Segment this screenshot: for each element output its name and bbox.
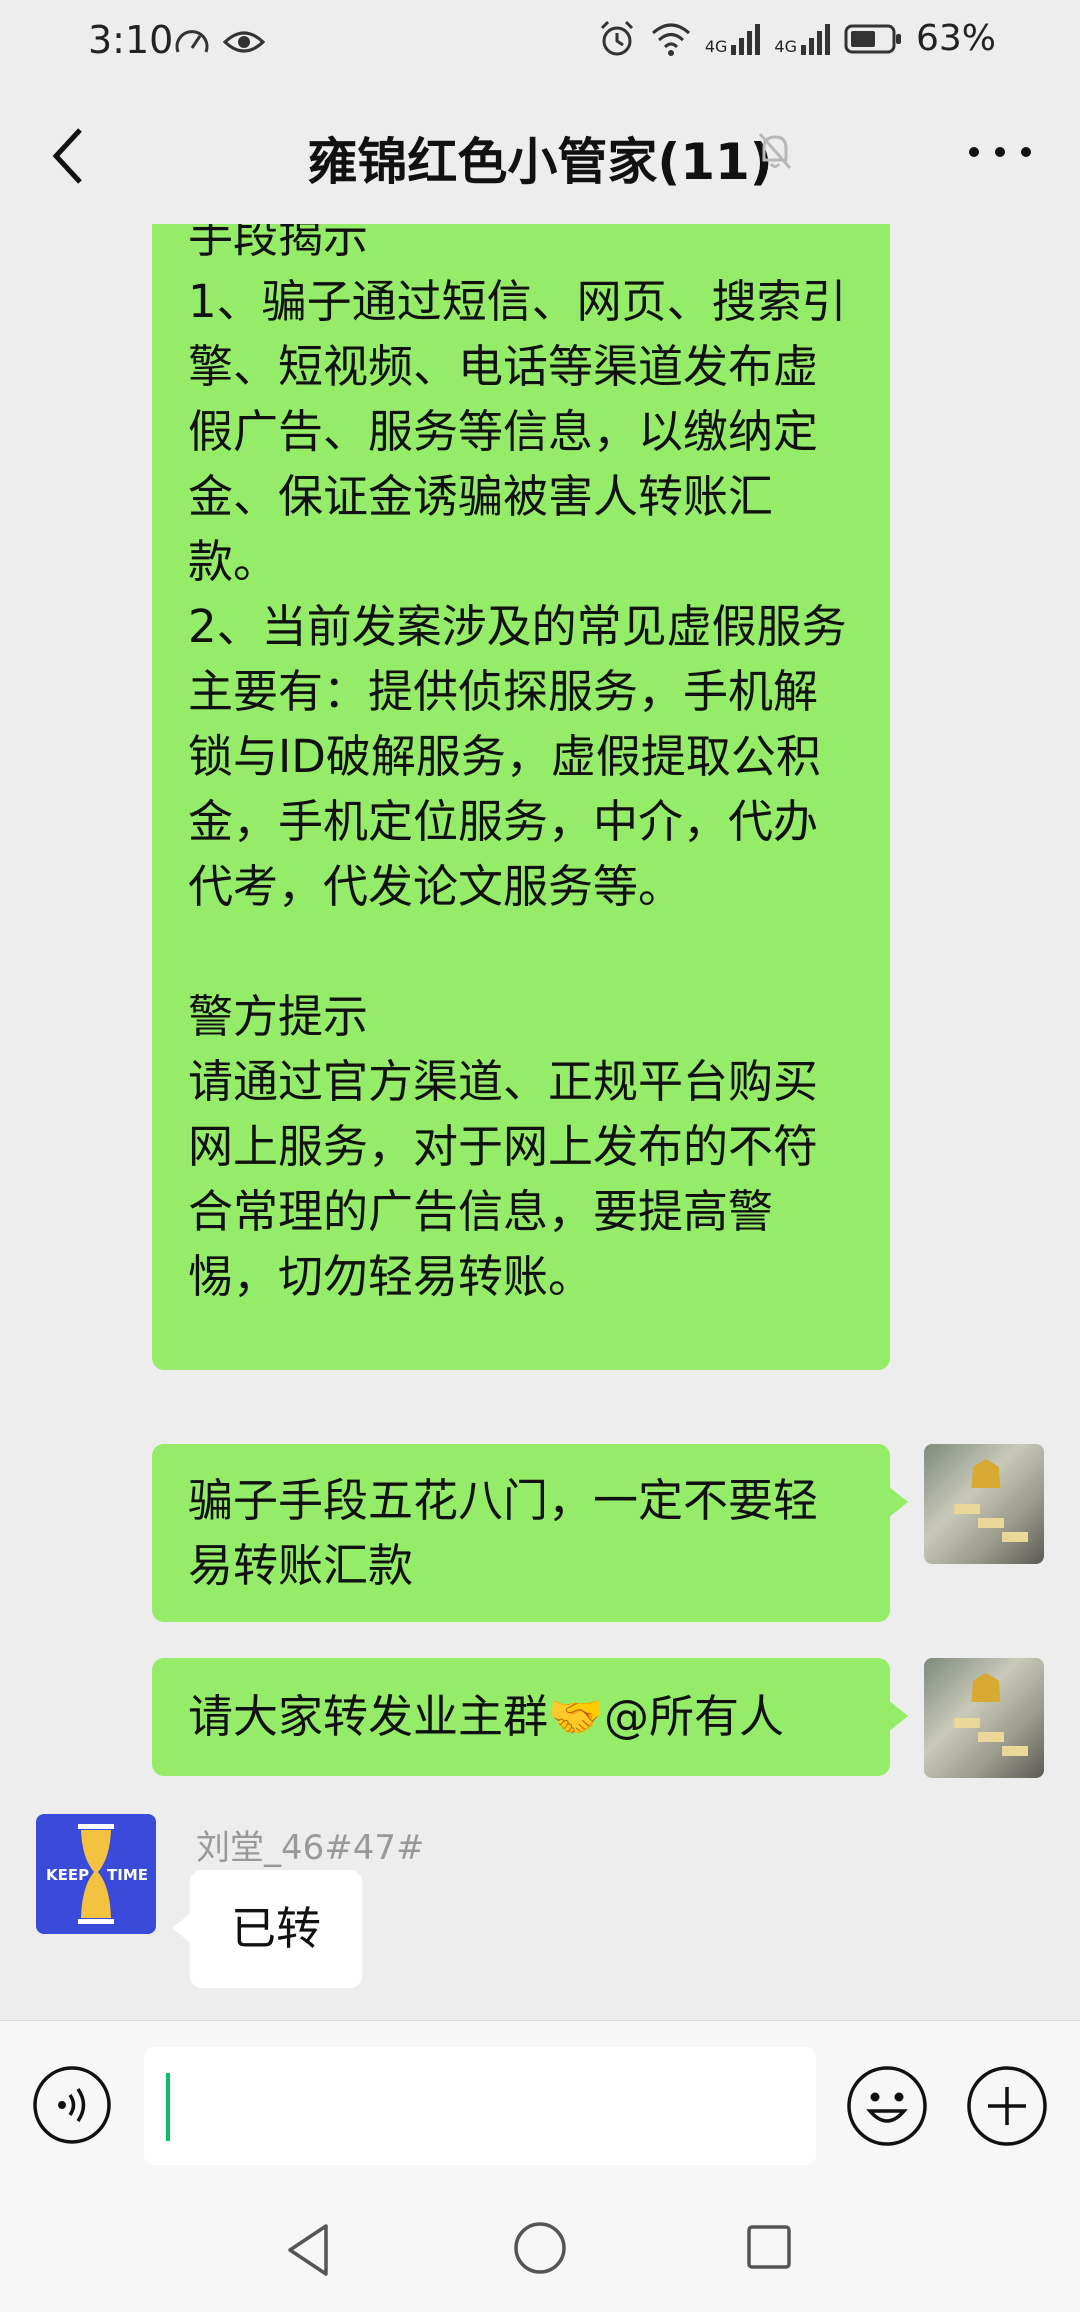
eye-icon: [222, 31, 266, 53]
signal-1: 4G: [705, 23, 761, 55]
avatar-art: [978, 1732, 1004, 1742]
signal-bars-icon: [731, 23, 761, 55]
avatar-art: [954, 1718, 980, 1728]
nav-back-icon: [288, 2224, 328, 2276]
bell-off-icon: [758, 133, 792, 169]
avatar-art: ☗: [968, 1666, 1004, 1712]
status-time: 3:10: [88, 18, 174, 62]
battery-icon: [844, 24, 901, 53]
chat-header: 雍锦红色小管家(11): [0, 84, 1080, 224]
text-caret: [166, 2073, 170, 2141]
status-right-icons: 4G 4G 63%: [597, 18, 996, 59]
wifi-icon: [651, 23, 690, 56]
avatar-art: ☗: [968, 1452, 1004, 1498]
more-button[interactable]: [960, 122, 1040, 182]
chat-screen: 3:10 4G 4G 63% 雍锦红色小管家(11) 手段揭示 1、骗子通过短信…: [0, 0, 1080, 2312]
message-bubble[interactable]: 已转: [172, 1870, 362, 1988]
speedometer-icon: [175, 30, 209, 53]
nav-home-icon: [514, 2222, 566, 2274]
avatar-label: KEEP: [46, 1866, 90, 1884]
battery-percent: 63%: [915, 18, 996, 59]
nav-back-button[interactable]: [282, 2220, 334, 2280]
avatar[interactable]: ☗: [924, 1444, 1044, 1564]
plus-button[interactable]: [966, 2065, 1048, 2147]
signal-bars-icon: [800, 23, 830, 55]
avatar-art: [954, 1504, 980, 1514]
plus-icon: [967, 2066, 1047, 2146]
voice-button[interactable]: [32, 2065, 112, 2145]
emoji-icon: [847, 2066, 927, 2146]
nav-recent-icon: [747, 2225, 791, 2269]
message-list[interactable]: 手段揭示 1、骗子通过短信、网页、搜索引擎、短视频、电话等渠道发布虚假广告、服务…: [0, 224, 1080, 2020]
message-bubble[interactable]: 骗子手段五花八门，一定不要轻易转账汇款: [152, 1444, 908, 1622]
status-left-icons: [172, 22, 266, 62]
sender-name: 刘堂_46#47#: [196, 1828, 425, 1868]
avatar-art: [978, 1518, 1004, 1528]
network-type-2: 4G: [774, 36, 797, 56]
avatar[interactable]: ☗: [924, 1658, 1044, 1778]
avatar[interactable]: KEEP TIME: [36, 1814, 156, 1934]
avatar-label: TIME: [107, 1866, 148, 1884]
message-bubble[interactable]: 手段揭示 1、骗子通过短信、网页、搜索引擎、短视频、电话等渠道发布虚假广告、服务…: [152, 224, 890, 1370]
alarm-icon: [600, 20, 633, 55]
system-nav-bar: [0, 2190, 1080, 2312]
more-dots-icon: [969, 147, 1031, 157]
message-input[interactable]: [144, 2047, 816, 2165]
voice-icon: [33, 2066, 111, 2144]
input-bar: [0, 2020, 1080, 2190]
network-type-1: 4G: [704, 36, 728, 56]
signal-2: 4G: [774, 23, 830, 55]
chat-title: 雍锦红色小管家(11): [307, 133, 773, 191]
emoji-button[interactable]: [846, 2065, 928, 2147]
status-bar: 3:10 4G 4G 63%: [0, 0, 1080, 84]
mute-indicator: [752, 128, 798, 178]
avatar-art: [1002, 1532, 1028, 1542]
nav-home-button[interactable]: [512, 2220, 568, 2276]
nav-recent-button[interactable]: [744, 2222, 794, 2272]
avatar-art: [1002, 1746, 1028, 1756]
message-bubble[interactable]: 请大家转发业主群🤝@所有人: [152, 1658, 908, 1776]
